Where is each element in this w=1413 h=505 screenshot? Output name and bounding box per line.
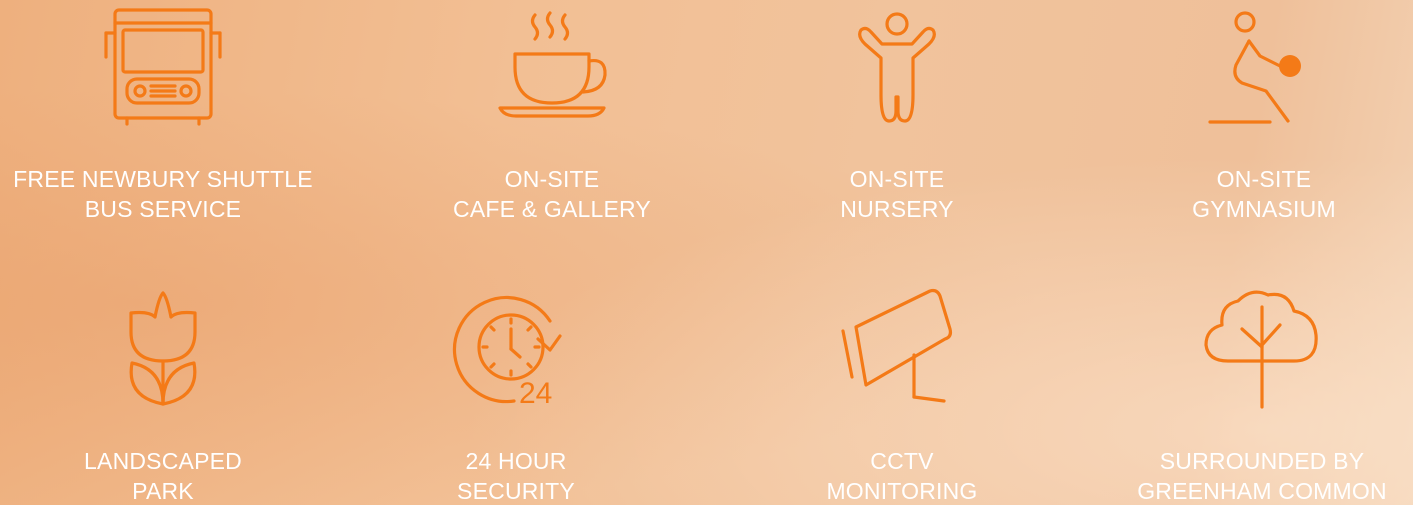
label-line-2: GYMNASIUM (1192, 196, 1336, 222)
label-line-1: SURROUNDED BY (1159, 448, 1365, 474)
clock-24-label: 24 (519, 377, 552, 410)
tulip-icon (103, 287, 223, 412)
gym-ball-icon (1204, 5, 1324, 130)
cctv-camera-icon (841, 287, 962, 412)
label-line-2: PARK (132, 478, 194, 504)
feature-label: LANDSCAPED PARK (0, 446, 343, 505)
label-line-2: NURSERY (840, 196, 954, 222)
bus-icon (103, 5, 223, 130)
label-line-1: LANDSCAPED (84, 448, 242, 474)
feature-label: ON-SITE CAFE & GALLERY (372, 164, 732, 224)
label-line-2: BUS SERVICE (84, 196, 242, 222)
coffee-cup-icon (492, 5, 612, 130)
label-line-1: CCTV (870, 448, 934, 474)
feature-label: ON-SITE NURSERY (717, 164, 1077, 224)
label-line-1: FREE NEWBURY SHUTTLE (13, 166, 313, 192)
feature-label: SURROUNDED BY GREENHAM COMMON (1082, 446, 1413, 505)
tree-icon (1202, 287, 1322, 412)
feature-label: CCTV MONITORING (722, 446, 1082, 505)
label-line-1: ON-SITE (849, 166, 945, 192)
label-line-2: CAFE & GALLERY (453, 196, 651, 222)
label-line-1: ON-SITE (504, 166, 600, 192)
label-line-2: GREENHAM COMMON (1137, 478, 1387, 504)
child-icon (837, 5, 957, 130)
feature-label: 24 HOUR SECURITY (336, 446, 696, 505)
label-line-1: 24 HOUR (465, 448, 567, 474)
feature-label: FREE NEWBURY SHUTTLE BUS SERVICE (0, 164, 343, 224)
clock-24-icon: 24 (452, 287, 576, 412)
feature-label: ON-SITE GYMNASIUM (1084, 164, 1413, 224)
label-line-1: ON-SITE (1216, 166, 1312, 192)
label-line-2: MONITORING (826, 478, 978, 504)
label-line-2: SECURITY (457, 478, 575, 504)
